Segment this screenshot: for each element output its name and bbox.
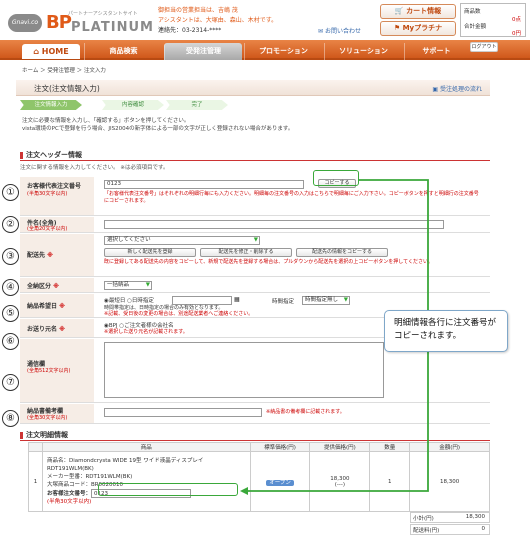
arrow-overlay [240, 179, 429, 495]
arrow-head-icon [240, 487, 248, 495]
callout-box: 明細情報各行に注文番号がコピーされます。 [384, 310, 508, 352]
